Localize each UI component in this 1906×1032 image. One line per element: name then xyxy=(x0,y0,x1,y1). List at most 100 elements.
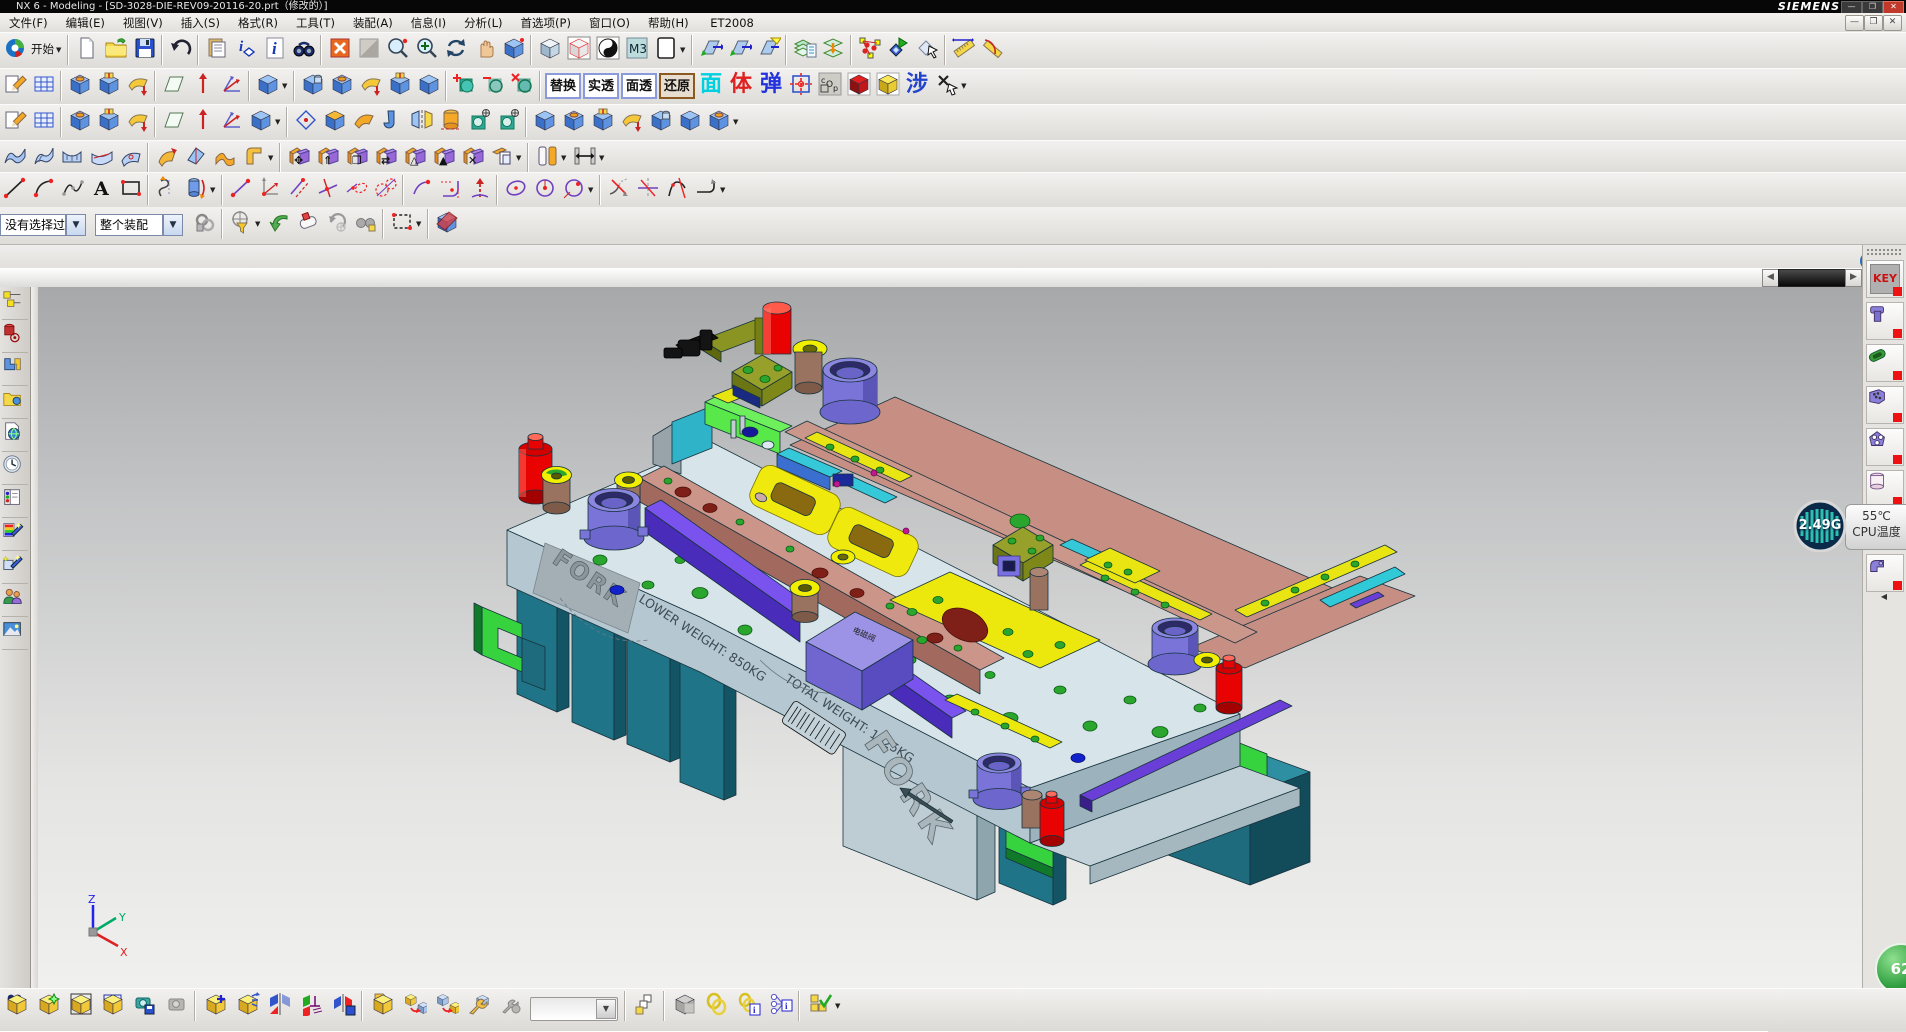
sync-modeling-icon[interactable]: ✕ xyxy=(459,143,487,171)
toolbar-char-体[interactable]: 体 xyxy=(726,71,756,99)
toolbar-button-面透[interactable]: 面透 xyxy=(621,73,657,99)
dropdown-arrow[interactable]: ▼ xyxy=(561,143,570,171)
skarc-icon[interactable] xyxy=(30,175,58,203)
rwand2-tab[interactable] xyxy=(2,553,28,584)
fc3-icon[interactable] xyxy=(618,107,646,135)
wrect-icon[interactable] xyxy=(652,35,680,63)
garr-icon[interactable] xyxy=(265,209,293,237)
nod-icon[interactable] xyxy=(856,35,884,63)
bmir-icon[interactable] xyxy=(265,992,295,1026)
fades-icon[interactable] xyxy=(355,35,383,63)
palette-tile-telbow[interactable] xyxy=(1866,554,1904,592)
sktr3-icon[interactable] xyxy=(663,175,691,203)
cop-icon[interactable]: cOp xyxy=(816,71,844,99)
skaxes-icon[interactable] xyxy=(256,175,284,203)
bring-icon[interactable] xyxy=(702,992,732,1026)
dropdown-arrow[interactable]: ▼ xyxy=(282,71,291,99)
infoi-icon[interactable]: i xyxy=(261,35,289,63)
bperp-icon[interactable] xyxy=(297,992,327,1026)
skl2-icon[interactable] xyxy=(227,175,255,203)
toolbar-char-涉[interactable]: 涉 xyxy=(902,71,932,99)
bbin-icon[interactable] xyxy=(2,992,32,1026)
fc6-icon[interactable] xyxy=(218,107,246,135)
dropdown-arrow[interactable]: ▼ xyxy=(680,35,689,63)
pe-icon[interactable] xyxy=(1,71,29,99)
fc1-icon[interactable] xyxy=(66,71,94,99)
hand-icon[interactable] xyxy=(471,35,499,63)
bw-icon[interactable] xyxy=(594,35,622,63)
rpal-tab[interactable] xyxy=(2,487,28,518)
bplus-icon[interactable] xyxy=(201,992,231,1026)
binoc-icon[interactable] xyxy=(290,35,318,63)
lay2-icon[interactable] xyxy=(820,35,848,63)
skcrn-icon[interactable] xyxy=(437,175,465,203)
dropdown-arrow[interactable]: ▼ xyxy=(56,35,65,63)
child-close-button[interactable]: ✕ xyxy=(1883,15,1902,31)
clip-icon[interactable] xyxy=(203,35,231,63)
surfb-icon[interactable] xyxy=(182,143,210,171)
bringi-icon[interactable]: i xyxy=(734,992,764,1026)
magd-icon[interactable] xyxy=(384,35,412,63)
fco-icon[interactable] xyxy=(321,107,349,135)
syp-icon[interactable] xyxy=(488,143,516,171)
cols-icon[interactable] xyxy=(533,143,561,171)
rnav-tab[interactable] xyxy=(2,289,28,320)
skline-icon[interactable] xyxy=(1,175,29,203)
child-restore-button[interactable]: ❐ xyxy=(1864,15,1883,31)
fc7-icon[interactable] xyxy=(254,71,282,99)
surf2-icon[interactable] xyxy=(30,143,58,171)
surf4-icon[interactable] xyxy=(88,143,116,171)
bwr-icon[interactable] xyxy=(464,992,494,1026)
skell-icon[interactable] xyxy=(502,175,530,203)
bcamg-icon[interactable] xyxy=(162,992,192,1026)
dashrect-icon[interactable] xyxy=(388,209,416,237)
skcd-icon[interactable] xyxy=(531,175,559,203)
menu-item-6[interactable]: 装配(A) xyxy=(344,13,402,33)
fcyl-icon[interactable] xyxy=(437,107,465,135)
selection-filter-combo[interactable]: 没有选择过滤器 xyxy=(0,214,66,236)
fc1-icon[interactable] xyxy=(328,71,356,99)
grid-icon[interactable] xyxy=(30,71,58,99)
tcx-icon[interactable] xyxy=(509,71,537,99)
fc8-icon[interactable] xyxy=(647,107,675,135)
rfold-tab[interactable] xyxy=(2,388,28,419)
menu-item-4[interactable]: 格式(R) xyxy=(229,13,287,33)
dropdown-arrow[interactable]: ▼ xyxy=(720,175,729,203)
sk2c-icon[interactable] xyxy=(372,175,400,203)
surfo2-icon[interactable] xyxy=(211,143,239,171)
skoell-icon[interactable] xyxy=(343,175,371,203)
grid-icon[interactable] xyxy=(30,107,58,135)
disk-icon[interactable] xyxy=(131,35,159,63)
vcube-icon[interactable] xyxy=(536,35,564,63)
tpat-icon[interactable] xyxy=(495,107,523,135)
plane-icon[interactable] xyxy=(697,35,725,63)
dmd-icon[interactable] xyxy=(885,35,913,63)
m3-icon[interactable]: M3 xyxy=(623,35,651,63)
tcm-icon[interactable] xyxy=(480,71,508,99)
fc2-icon[interactable] xyxy=(589,107,617,135)
scroll-thumb[interactable] xyxy=(1778,269,1846,287)
rrole-tab[interactable] xyxy=(2,586,28,617)
tcp-icon[interactable] xyxy=(451,71,479,99)
plane-icon[interactable] xyxy=(726,35,754,63)
selection-filter-dropdown[interactable]: ▼ xyxy=(66,214,86,236)
skpar-icon[interactable] xyxy=(285,175,313,203)
dropdown-arrow[interactable]: ▼ xyxy=(416,209,425,237)
fc2-icon[interactable] xyxy=(386,71,414,99)
toolbar-button-实透[interactable]: 实透 xyxy=(583,73,619,99)
cubeplane-icon[interactable] xyxy=(433,209,461,237)
fc2-icon[interactable] xyxy=(95,71,123,99)
fc3-icon[interactable] xyxy=(124,71,152,99)
sync-modeling-icon[interactable]: ✥ xyxy=(285,143,313,171)
cpu-monitor-widget[interactable]: 55℃ CPU温度 2.49G xyxy=(1771,500,1906,552)
fc5-icon[interactable] xyxy=(189,107,217,135)
rul2-icon[interactable] xyxy=(979,35,1007,63)
plane2-icon[interactable] xyxy=(755,35,783,63)
rcube-icon[interactable] xyxy=(565,35,593,63)
scope-combo[interactable]: 整个装配 xyxy=(95,214,163,236)
skcyl-icon[interactable] xyxy=(182,175,210,203)
surf5-icon[interactable] xyxy=(117,143,145,171)
sync-modeling-icon[interactable]: ⇄ xyxy=(372,143,400,171)
sktr2-icon[interactable] xyxy=(634,175,662,203)
sktr4-icon[interactable] xyxy=(692,175,720,203)
